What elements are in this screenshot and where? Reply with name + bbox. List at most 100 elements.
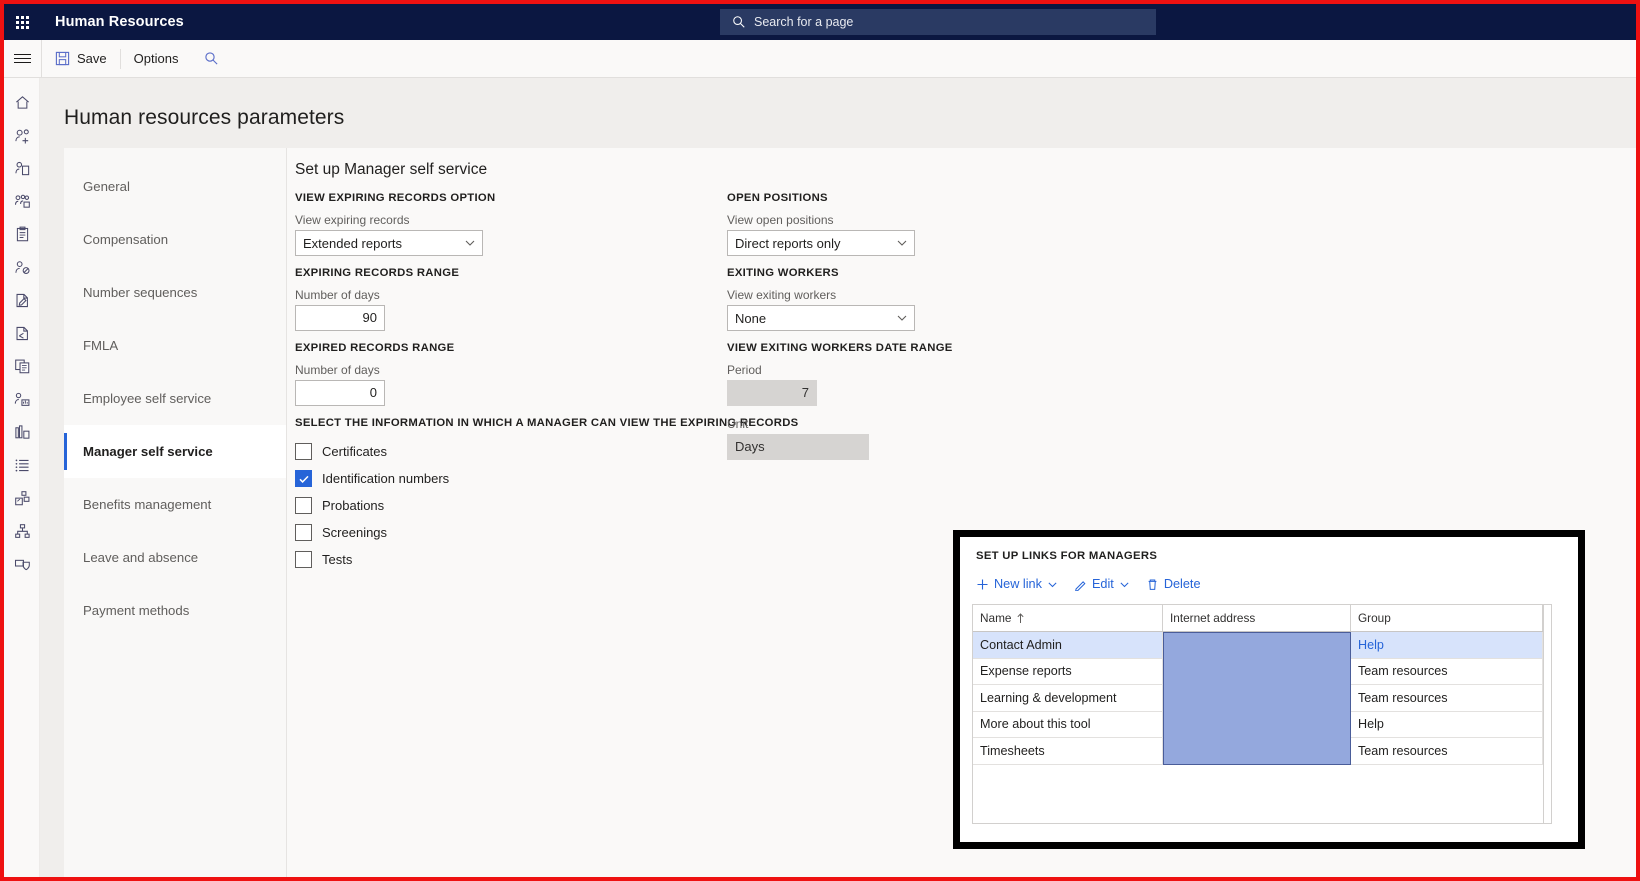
person-block-icon[interactable]	[4, 251, 40, 284]
tab-label: Employee self service	[83, 391, 211, 406]
view-expiring-records-select[interactable]: Extended reports	[295, 230, 483, 256]
chevron-down-icon	[1119, 579, 1130, 590]
document-share-icon[interactable]	[4, 317, 40, 350]
new-link-label: New link	[994, 577, 1042, 591]
checkbox-row-screenings[interactable]: Screenings	[295, 519, 727, 546]
column-header-name[interactable]: Name	[973, 605, 1163, 631]
checkbox-label: Probations	[322, 498, 384, 513]
checkbox-row-probations[interactable]: Probations	[295, 492, 727, 519]
form-column-left: VIEW EXPIRING RECORDS OPTION View expiri…	[295, 192, 727, 573]
links-grid-toolbar: New link Edit	[960, 572, 1578, 596]
cell-group[interactable]: Team resources	[1351, 738, 1543, 764]
cell-name[interactable]: More about this tool	[973, 712, 1163, 738]
filter-search-button[interactable]	[191, 40, 232, 77]
cell-group[interactable]: Team resources	[1351, 659, 1543, 685]
checkbox-row-identification-numbers[interactable]: Identification numbers	[295, 465, 727, 492]
tab-leave-and-absence[interactable]: Leave and absence	[64, 531, 286, 584]
save-button[interactable]: Save	[42, 40, 120, 77]
trash-icon	[1146, 578, 1159, 591]
column-header-group[interactable]: Group	[1351, 605, 1543, 631]
checkbox-screenings[interactable]	[295, 524, 312, 541]
search-icon	[204, 51, 219, 66]
unit-input[interactable]: Days	[727, 434, 869, 460]
expired-number-of-days-input[interactable]: 0	[295, 380, 385, 406]
cell-group[interactable]: Help	[1351, 712, 1543, 738]
people-group-icon[interactable]	[4, 185, 40, 218]
shield-link-icon[interactable]	[4, 548, 40, 581]
new-link-button[interactable]: New link	[976, 572, 1058, 596]
column-header-label: Name	[980, 611, 1011, 625]
view-exiting-workers-select[interactable]: None	[727, 305, 915, 331]
links-panel-title: SET UP LINKS FOR MANAGERS	[960, 537, 1578, 562]
expiring-number-of-days-input[interactable]: 90	[295, 305, 385, 331]
tab-payment-methods[interactable]: Payment methods	[64, 584, 286, 637]
checkbox-row-tests[interactable]: Tests	[295, 546, 727, 573]
document-edit-icon[interactable]	[4, 284, 40, 317]
tab-content-manager-self-service: Set up Manager self service VIEW EXPIRIN…	[287, 148, 1636, 877]
delete-label: Delete	[1164, 577, 1201, 591]
period-input[interactable]: 7	[727, 380, 817, 406]
cell-group[interactable]: Team resources	[1351, 685, 1543, 711]
view-open-positions-select[interactable]: Direct reports only	[727, 230, 915, 256]
section-title: Set up Manager self service	[287, 148, 1636, 179]
group-header-exiting-workers: EXITING WORKERS	[727, 267, 1159, 279]
tab-general[interactable]: General	[64, 160, 286, 213]
checkbox-probations[interactable]	[295, 497, 312, 514]
group-header-view-expiring-records-option: VIEW EXPIRING RECORDS OPTION	[295, 192, 727, 204]
tab-manager-self-service[interactable]: Manager self service	[64, 425, 286, 478]
person-add-icon[interactable]	[4, 119, 40, 152]
app-launcher-icon[interactable]	[4, 4, 40, 40]
person-chart-icon[interactable]	[4, 383, 40, 416]
group-header-view-exiting-workers-date-range: VIEW EXITING WORKERS DATE RANGE	[727, 342, 1159, 354]
search-input[interactable]: Search for a page	[720, 9, 1156, 35]
cell-group[interactable]: Help	[1351, 632, 1543, 658]
page-body: Human resources parameters General Compe…	[40, 78, 1636, 877]
save-disk-icon	[55, 51, 70, 66]
delete-button[interactable]: Delete	[1146, 572, 1201, 596]
column-header-label: Group	[1358, 611, 1391, 625]
workflow-edit-icon[interactable]	[4, 482, 40, 515]
checkbox-label: Certificates	[322, 444, 387, 459]
links-grid-header-row: Name Internet address Group	[973, 605, 1543, 632]
home-icon[interactable]	[4, 86, 40, 119]
person-document-icon[interactable]	[4, 152, 40, 185]
checkbox-label: Screenings	[322, 525, 387, 540]
chevron-down-icon	[896, 312, 910, 324]
column-header-label: Internet address	[1170, 611, 1255, 625]
label-view-open-positions: View open positions	[727, 213, 1159, 227]
clipboard-icon[interactable]	[4, 218, 40, 251]
org-chart-icon[interactable]	[4, 515, 40, 548]
tab-fmla[interactable]: FMLA	[64, 319, 286, 372]
checkbox-label: Identification numbers	[322, 471, 449, 486]
action-pane: Save Options	[4, 40, 1636, 78]
checkbox-row-certificates[interactable]: Certificates	[295, 438, 727, 465]
cell-name[interactable]: Contact Admin	[973, 632, 1163, 658]
hamburger-menu-icon[interactable]	[4, 40, 42, 77]
group-header-expired-records-range: EXPIRED RECORDS RANGE	[295, 342, 727, 354]
internet-address-selection-block[interactable]	[1163, 632, 1351, 765]
checkbox-tests[interactable]	[295, 551, 312, 568]
checkbox-identification-numbers[interactable]	[295, 470, 312, 487]
parameters-form: General Compensation Number sequences FM…	[64, 148, 1636, 877]
multi-document-icon[interactable]	[4, 350, 40, 383]
tab-label: Number sequences	[83, 285, 197, 300]
tab-compensation[interactable]: Compensation	[64, 213, 286, 266]
edit-button[interactable]: Edit	[1074, 572, 1130, 596]
tab-label: Manager self service	[83, 444, 213, 459]
list-icon[interactable]	[4, 449, 40, 482]
options-button[interactable]: Options	[121, 40, 192, 77]
plus-icon	[976, 578, 989, 591]
tab-benefits-management[interactable]: Benefits management	[64, 478, 286, 531]
sort-ascending-icon	[1016, 613, 1025, 624]
search-placeholder: Search for a page	[754, 15, 853, 29]
cell-name[interactable]: Learning & development	[973, 685, 1163, 711]
tab-number-sequences[interactable]: Number sequences	[64, 266, 286, 319]
column-header-internet-address[interactable]: Internet address	[1163, 605, 1351, 631]
page-title: Human resources parameters	[40, 78, 1636, 130]
options-label: Options	[134, 51, 179, 66]
checkbox-certificates[interactable]	[295, 443, 312, 460]
analytics-icon[interactable]	[4, 416, 40, 449]
tab-employee-self-service[interactable]: Employee self service	[64, 372, 286, 425]
cell-name[interactable]: Timesheets	[973, 738, 1163, 764]
cell-name[interactable]: Expense reports	[973, 659, 1163, 685]
